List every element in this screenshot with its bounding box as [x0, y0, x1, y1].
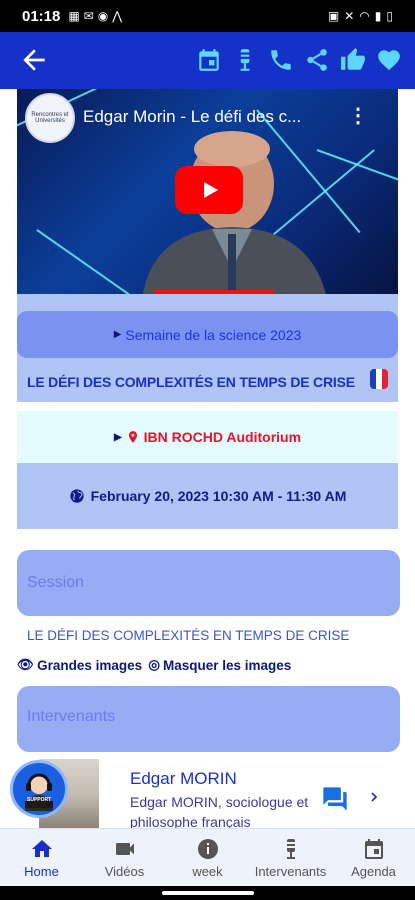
gesture-handle[interactable] — [162, 891, 254, 895]
event-title: LE DÉFI DES COMPLEXITÉS EN TEMPS DE CRIS… — [27, 374, 355, 390]
hide-images-link[interactable]: ◎ Masquer les images — [148, 657, 291, 673]
video-camera-icon — [115, 842, 134, 855]
calendar-icon[interactable] — [195, 42, 223, 78]
status-bar: 01:18 ▦ ✉ ◉ ⋀ ▣ ✕ ◠ ▮ ▯ — [0, 0, 415, 32]
mute-icon: ✕ — [344, 9, 355, 23]
phone-icon[interactable] — [267, 42, 295, 78]
nav-agenda[interactable]: Agenda — [332, 829, 415, 886]
session-section-header[interactable]: Session — [17, 550, 400, 616]
chevron-right-icon[interactable] — [366, 789, 382, 810]
nav-speakers[interactable]: Intervenants — [249, 829, 332, 886]
play-icon — [204, 182, 218, 198]
nav-videos-label: Vidéos — [104, 863, 145, 879]
speaker-description: Edgar MORIN, sociologue et philosophe fr… — [130, 794, 309, 828]
status-time: 01:18 — [22, 7, 61, 25]
seminar-link[interactable]: ▶ Semaine de la science 2023 — [17, 311, 398, 358]
play-button[interactable] — [175, 166, 243, 214]
seminar-label: Semaine de la science 2023 — [125, 326, 302, 343]
session-title: LE DÉFI DES COMPLEXITÉS EN TEMPS DE CRIS… — [27, 628, 350, 643]
location-pin-icon — [128, 431, 137, 443]
microphone-icon[interactable] — [231, 42, 259, 78]
nav-week-label: week — [192, 863, 223, 879]
status-system-icons: ▣ ✕ ◠ ▮ ▯ — [328, 9, 393, 23]
nfc-icon: ▣ — [327, 9, 340, 23]
wifi-icon: ◠ — [359, 9, 370, 23]
datetime-label: February 20, 2023 10:30 AM - 11:30 AM — [90, 488, 347, 504]
nav-agenda-label: Agenda — [351, 863, 396, 879]
eye-icon: 👁 — [17, 657, 35, 672]
large-images-label: Grandes images — [37, 657, 143, 673]
speaker-name: Edgar MORIN — [130, 769, 237, 788]
location-link[interactable]: ▶ IBN ROCHD Auditorium — [17, 411, 398, 463]
event-header-panel: ▶ Semaine de la science 2023 LE DÉFI DES… — [17, 294, 398, 402]
speakers-section-header[interactable]: Intervenants — [17, 686, 400, 752]
nav-speakers-label: Intervenants — [254, 863, 327, 879]
gesture-bar — [0, 886, 415, 900]
video-player[interactable]: Rencontres et Universités Edgar Morin - … — [17, 89, 398, 294]
channel-logo[interactable]: Rencontres et Universités — [25, 93, 75, 143]
video-title[interactable]: Edgar Morin - Le défi des c... — [83, 107, 353, 127]
support-label: SUPPORT — [27, 797, 52, 803]
session-heading: Session — [27, 574, 84, 591]
event-detail-content[interactable]: Rencontres et Universités Edgar Morin - … — [0, 89, 415, 828]
speakers-heading: Intervenants — [27, 708, 116, 725]
gmail-icon: ✉ — [83, 9, 94, 23]
back-arrow-icon[interactable] — [18, 44, 50, 76]
caret-right-icon: ▶ — [113, 329, 122, 340]
microphone-icon — [284, 838, 297, 859]
nav-week[interactable]: week — [166, 829, 249, 886]
app-bar-actions — [195, 42, 403, 78]
home-icon — [31, 839, 52, 857]
nav-home[interactable]: Home — [0, 829, 83, 886]
app-icon: ⋀ — [112, 9, 123, 23]
event-datetime: February 20, 2023 10:30 AM - 11:30 AM — [17, 463, 398, 529]
nav-videos[interactable]: Vidéos — [83, 829, 166, 886]
bottom-navigation: Home Vidéos week Intervenants Agenda — [0, 828, 415, 886]
signal-icon: ▮ — [374, 9, 382, 23]
grid-icon: ▦ — [68, 9, 80, 23]
calendar-icon — [364, 838, 383, 859]
share-icon[interactable] — [303, 42, 331, 78]
globe-icon — [69, 489, 84, 503]
chat-icon[interactable] — [320, 785, 350, 818]
large-images-link[interactable]: 👁 Grandes images — [17, 657, 142, 673]
channel-logo-text: Rencontres et Universités — [31, 112, 69, 124]
french-flag-icon[interactable] — [370, 369, 388, 389]
status-notification-icons: ▦ ✉ ◉ ⋀ — [68, 9, 122, 23]
image-toggle-links: 👁 Grandes images ◎ Masquer les images — [17, 657, 291, 673]
caret-right-icon: ▶ — [113, 431, 122, 443]
eye-off-icon: ◎ — [148, 657, 160, 672]
support-headset-icon — [25, 773, 53, 811]
heart-icon[interactable] — [375, 42, 403, 78]
battery-icon: ▯ — [386, 9, 393, 23]
location-label: IBN ROCHD Auditorium — [143, 429, 302, 445]
more-vert-icon[interactable]: ⋮ — [348, 103, 368, 128]
thumbs-up-icon[interactable] — [339, 42, 367, 78]
nav-home-label: Home — [24, 863, 59, 879]
hide-images-label: Masquer les images — [162, 657, 292, 673]
support-button[interactable]: SUPPORT — [10, 760, 68, 818]
account-icon: ◉ — [97, 9, 109, 23]
info-icon — [197, 838, 218, 859]
app-bar — [0, 32, 415, 89]
